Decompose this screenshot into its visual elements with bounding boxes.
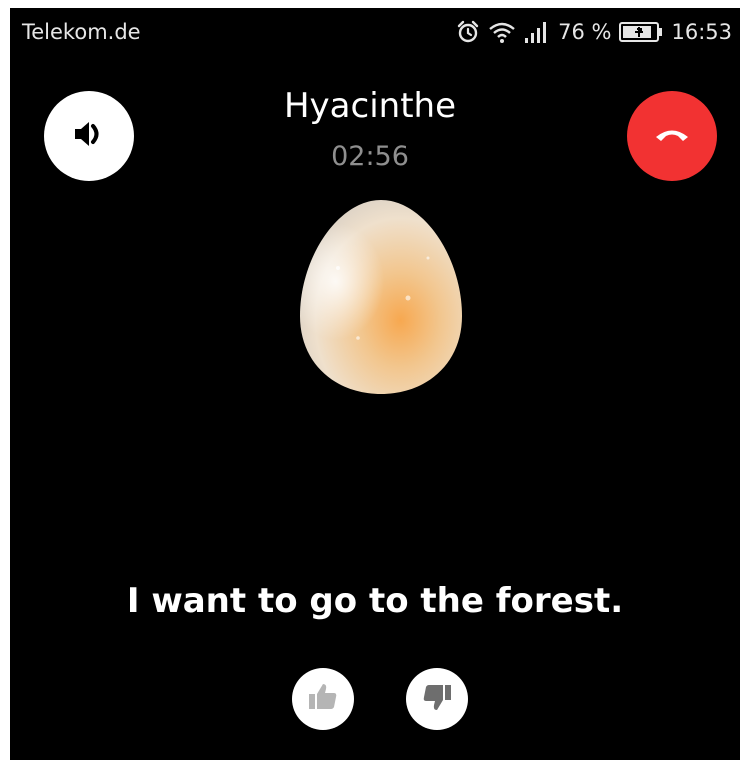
wifi-icon — [488, 20, 516, 44]
hangup-button[interactable] — [627, 91, 717, 181]
hangup-icon — [653, 124, 691, 148]
thumbs-up-button[interactable] — [292, 668, 354, 730]
egg-avatar — [298, 198, 464, 396]
thumbs-down-icon — [420, 680, 454, 718]
status-icons: 76 % 16:53 — [456, 20, 732, 44]
thumbs-down-button[interactable] — [406, 668, 468, 730]
call-screen: Telekom.de 76 % 16:53 Hyacinthe 02:56 I … — [10, 8, 740, 760]
thumbs-up-icon — [306, 680, 340, 718]
transcript-text: I want to go to the forest. — [126, 581, 624, 621]
alarm-icon — [456, 20, 480, 44]
battery-charging-icon — [619, 21, 663, 43]
carrier-name: Telekom.de — [22, 20, 141, 44]
status-bar: Telekom.de 76 % 16:53 — [10, 8, 740, 56]
status-clock: 16:53 — [671, 20, 732, 44]
signal-icon — [524, 20, 550, 44]
battery-percent: 76 % — [558, 20, 612, 44]
